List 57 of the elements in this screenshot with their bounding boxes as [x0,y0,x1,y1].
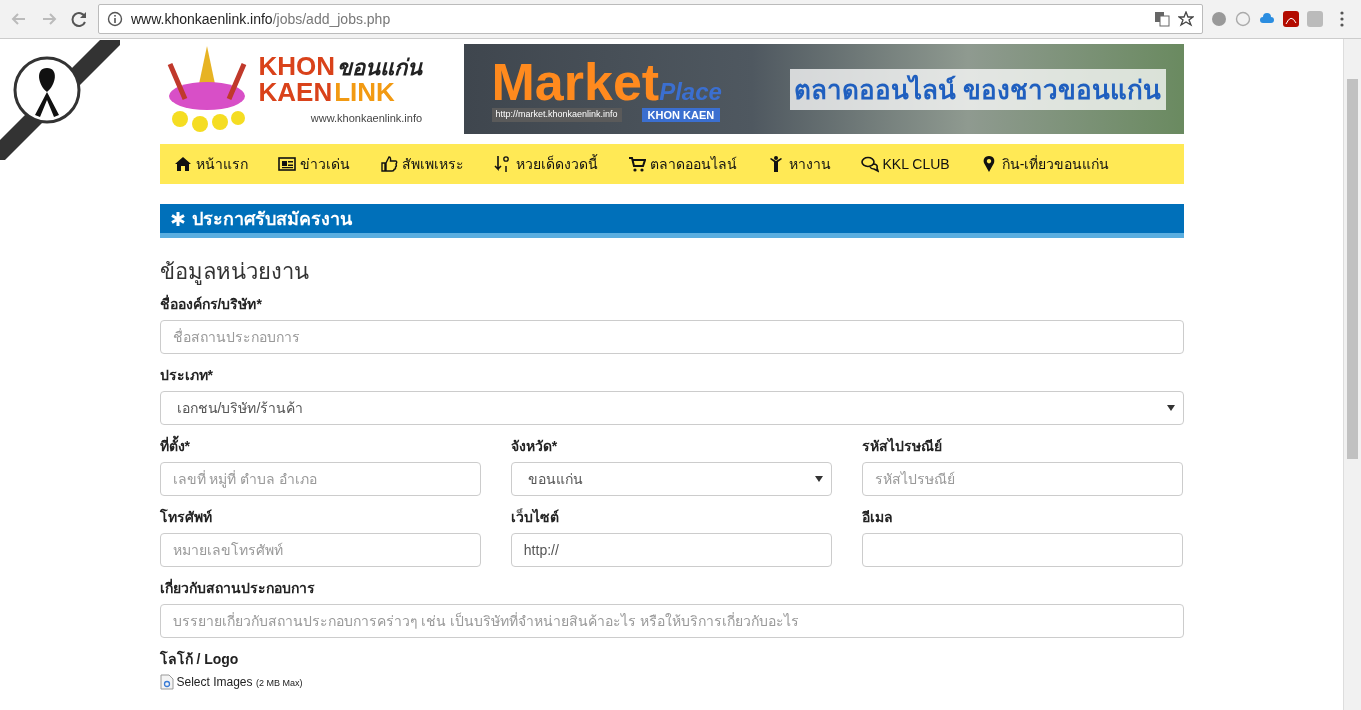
logo-url: www.khonkaenlink.info [310,112,423,124]
caret-icon [1166,405,1175,411]
form-section-title: ข้อมูลหน่วยงาน [159,258,310,287]
input-field[interactable]: http:// [510,533,833,567]
field-label: เกี่ยวกับสถานประกอบการ [159,577,316,598]
caret-icon [815,476,824,482]
pdf-icon[interactable] [1283,11,1299,27]
asterisk-icon [169,210,186,227]
input-field[interactable]: เลขที่ หมู่ที่ ตำบล อำเภอ [159,462,481,496]
field-label: ประเภท* [159,366,214,385]
banner-tagline: ตลาดออนไลน์ ของชาวขอนแก่น [790,68,1166,110]
banner-subtitle: Place [659,78,722,106]
scrollbar[interactable] [1343,39,1361,710]
banner-ad[interactable]: MarketPlace http://market.khonkaenlink.info KHON KAEN ตลาดออนไลน์ ของชาวขอนแก่น [463,44,1184,134]
input-field[interactable]: ชื่อสถานประกอบการ [159,320,1184,354]
input-field[interactable] [862,533,1184,567]
file-search-icon [159,674,174,690]
nav-link[interactable]: กิน-เที่ยวขอนแก่น [979,153,1110,175]
field-label: โลโก้ / Logo [159,649,240,669]
input-field[interactable]: รหัสไปรษณีย์ [862,462,1184,496]
extension-icon[interactable] [1211,11,1227,27]
banner-url: http://market.khonkaenlink.info [491,108,622,122]
field-label: ชื่อองค์กร/บริษัท* [159,293,263,314]
nav-link[interactable]: หน้าแรก [173,153,248,175]
home-icon [173,155,192,173]
input-field[interactable]: หมายเลขโทรศัพท์ [159,533,481,567]
help-icon[interactable] [1235,11,1251,27]
section-header-title: ประกาศรับสมัครงาน [191,208,352,231]
logo-text: KHON [258,54,336,78]
field-label: โทรศัพท์ [159,507,213,527]
input-field[interactable]: บรรยายเกี่ยวกับสถานประกอบการคร่าวๆ เช่น เป็นบริษัทที่จำหน่ายสินค้าอะไร หรือให้บริการเกี่ยวกับอะไร [159,604,1184,638]
info-icon[interactable] [107,11,123,27]
upload-link[interactable]: Select Images (2 MB Max) [176,675,303,689]
logo-text: ขอนแก่น [337,56,423,80]
star-icon[interactable] [1178,11,1194,27]
field-label: ที่ตั้ง* [159,435,481,457]
dropdown[interactable]: เอกชน/บริษัท/ร้านค้า [159,391,1184,425]
logo-text: KAEN [258,80,333,104]
dropdown[interactable]: ขอนแก่น [510,462,833,496]
address-bar[interactable]: www.khonkaenlink.info/jobs/add_jobs.php [98,4,1203,34]
field-label: เว็บไซต์ [510,507,560,527]
nav-link[interactable]: ตลาดออนไลน์ [627,153,737,175]
chat-bubbles-icon [860,155,879,173]
nav-link[interactable]: สัพเพเหระ [379,153,464,175]
logo-text: LINK [334,80,395,104]
field-label: จังหวัด* [510,437,559,456]
banner-city: KHON KAEN [641,108,721,122]
nav-link[interactable]: KKL CLUB [860,155,950,173]
nav-link[interactable]: หางาน [766,153,831,175]
newspaper-icon [277,155,296,173]
nav-link[interactable]: ข่าวเด่น [277,153,350,175]
field-label: อีเมล [862,508,895,527]
thumbs-up-icon [379,155,398,173]
banner-title: Market [491,56,660,108]
nav-link[interactable]: หวยเด็ดงวดนี้ [493,153,598,175]
field-label: รหัสไปรษณีย์ [862,437,944,456]
cart-icon [627,155,646,173]
